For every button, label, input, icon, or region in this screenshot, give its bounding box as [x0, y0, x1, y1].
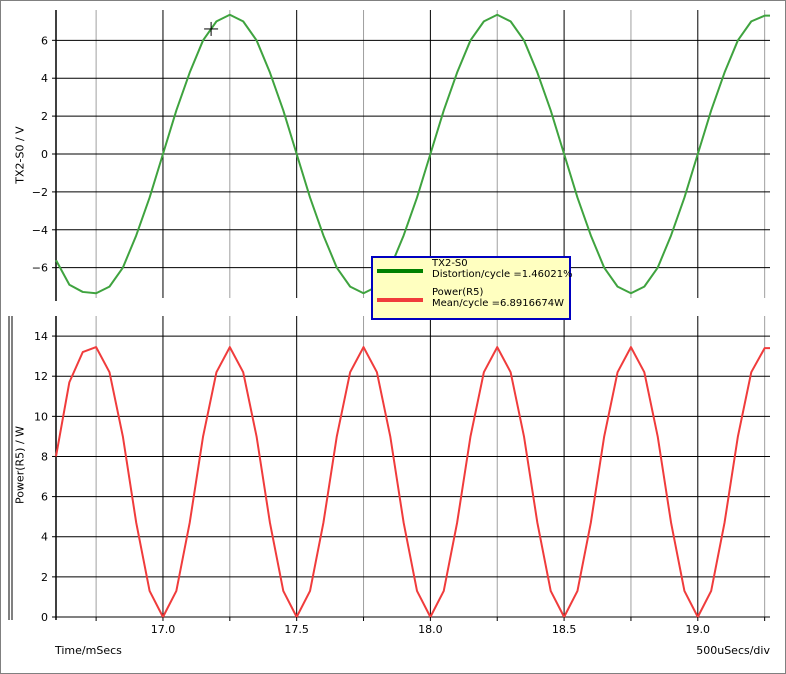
x-tick-label: 18.5	[552, 623, 577, 636]
y-tick-label: 2	[41, 571, 48, 584]
x-axis-label: Time/mSecs	[55, 644, 122, 657]
time-scale-label: 500uSecs/div	[696, 644, 770, 657]
y-tick-label: 4	[41, 72, 48, 85]
bottom-y-axis-label: Power(R5) / W	[13, 425, 27, 505]
y-tick-label: 0	[41, 611, 48, 624]
y-tick-label: 10	[34, 410, 48, 423]
x-tick-label: 18.0	[418, 623, 443, 636]
y-tick-label: −2	[32, 186, 48, 199]
y-tick-label: −4	[32, 224, 48, 237]
legend-swatch-tx2-s0	[377, 269, 423, 273]
legend-series-name: TX2-S0	[432, 258, 468, 269]
y-tick-label: 0	[41, 148, 48, 161]
legend-entry-power-r5: Power(R5) Mean/cycle =6.8916674W	[373, 287, 569, 315]
waveform-viewer: −6 −4 −2 0 2 4 6 0 2 4 6 8 10 12 14 17.0 17.5 18.0 18.5 19.…	[0, 0, 786, 674]
legend-mean-stat: Mean/cycle =6.8916674W	[432, 298, 564, 309]
y-tick-label: −6	[32, 262, 48, 275]
legend-distortion-stat: Distortion/cycle =1.46021%	[432, 269, 573, 280]
legend-box[interactable]: TX2-S0 Distortion/cycle =1.46021% Power(…	[371, 256, 573, 320]
legend-entry-tx2-s0: TX2-S0 Distortion/cycle =1.46021%	[373, 258, 573, 286]
y-tick-label: 2	[41, 110, 48, 123]
chart-canvas[interactable]: −6 −4 −2 0 2 4 6 0 2 4 6 8 10 12 14 17.0 17.5 18.0 18.5 19.…	[0, 0, 786, 674]
x-tick-label: 17.5	[284, 623, 309, 636]
y-tick-label: 6	[41, 34, 48, 47]
y-tick-label: 4	[41, 531, 48, 544]
y-tick-label: 12	[34, 370, 48, 383]
y-tick-label: 8	[41, 450, 48, 463]
legend-series-name: Power(R5)	[432, 287, 484, 298]
legend-swatch-power-r5	[377, 298, 423, 302]
x-tick-label: 19.0	[686, 623, 711, 636]
x-tick-label: 17.0	[151, 623, 176, 636]
top-y-axis-label: TX2-S0 / V	[13, 126, 27, 184]
y-tick-label: 6	[41, 491, 48, 504]
y-tick-label: 14	[34, 330, 48, 343]
